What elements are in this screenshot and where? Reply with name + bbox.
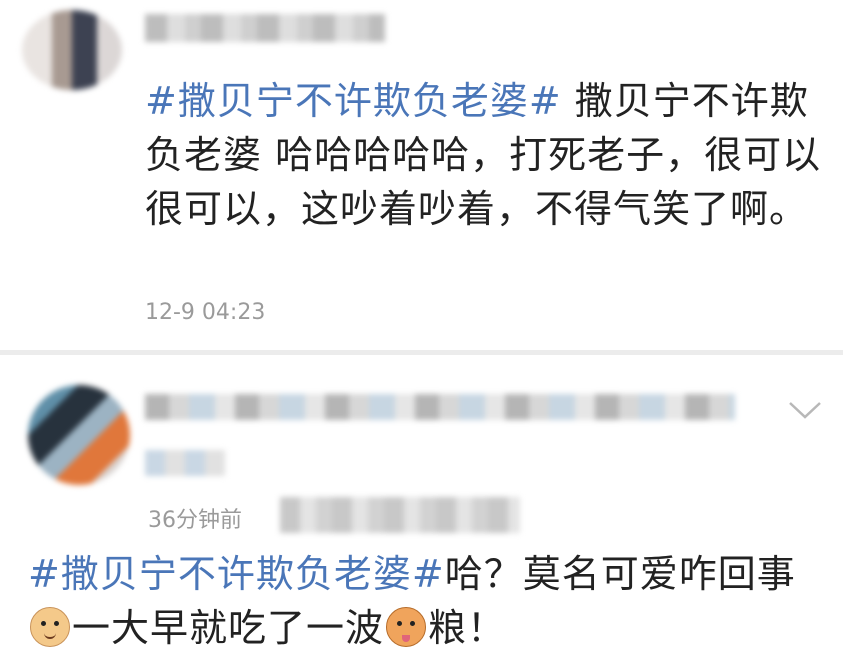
comment-1: #撒贝宁不许欺负老婆# 撒贝宁不许欺负老婆 哈哈哈哈哈，打死老子，很可以很可以，…	[0, 0, 843, 352]
avatar[interactable]	[22, 10, 122, 90]
comment-text: #撒贝宁不许欺负老婆# 撒贝宁不许欺负老婆 哈哈哈哈哈，打死老子，很可以很可以，…	[145, 74, 825, 236]
username-badge-redacted	[145, 450, 225, 476]
timestamp: 12-9 04:23	[145, 300, 266, 325]
doge-emoji	[30, 607, 70, 647]
source-redacted	[280, 497, 520, 533]
topic-link[interactable]: #撒贝宁不许欺负老婆#	[145, 79, 562, 123]
comment-body-a: 哈？莫名可爱咋回事	[444, 552, 796, 596]
topic-link[interactable]: #撒贝宁不许欺负老婆#	[28, 552, 445, 596]
username-redacted[interactable]	[145, 394, 735, 420]
username-redacted[interactable]	[145, 14, 385, 42]
timestamp: 36分钟前	[148, 508, 242, 533]
comment-text: #撒贝宁不许欺负老婆#哈？莫名可爱咋回事 一大早就吃了一波 粮！	[28, 547, 828, 655]
shiba-emoji	[386, 607, 427, 647]
comment-body-b: 一大早就吃了一波	[72, 606, 385, 650]
comment-body-c: 粮！	[428, 606, 507, 650]
avatar[interactable]	[28, 385, 130, 485]
chevron-down-icon[interactable]	[788, 400, 822, 420]
